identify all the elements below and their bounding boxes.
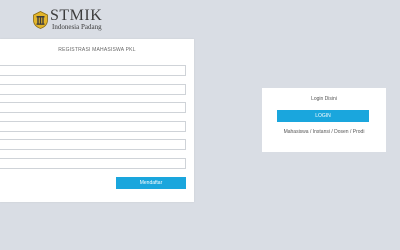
stmik-emblem-icon [33,11,48,29]
registration-title: REGISTRASI MAHASISWA PKL [58,47,136,53]
login-button[interactable]: LOGIN [277,110,369,122]
registration-panel: REGISTRASI MAHASISWA PKL Mendaftar [0,39,194,202]
login-title: Login Disini [311,96,337,102]
registration-field-4[interactable] [0,121,186,132]
registration-field-1[interactable] [0,65,186,76]
login-roles-text: Mahasiswa / Instansi / Dosen / Prodi [283,129,365,135]
login-panel: Login Disini LOGIN Mahasiswa / Instansi … [262,88,386,152]
register-button[interactable]: Mendaftar [116,177,186,189]
brand-subtitle: Indonesia Padang [52,23,102,31]
site-logo: STMIK Indonesia Padang [33,8,102,34]
brand-title: STMIK [50,7,103,24]
registration-field-6[interactable] [0,158,186,169]
registration-field-5[interactable] [0,139,186,150]
registration-field-2[interactable] [0,84,186,95]
registration-field-3[interactable] [0,102,186,113]
